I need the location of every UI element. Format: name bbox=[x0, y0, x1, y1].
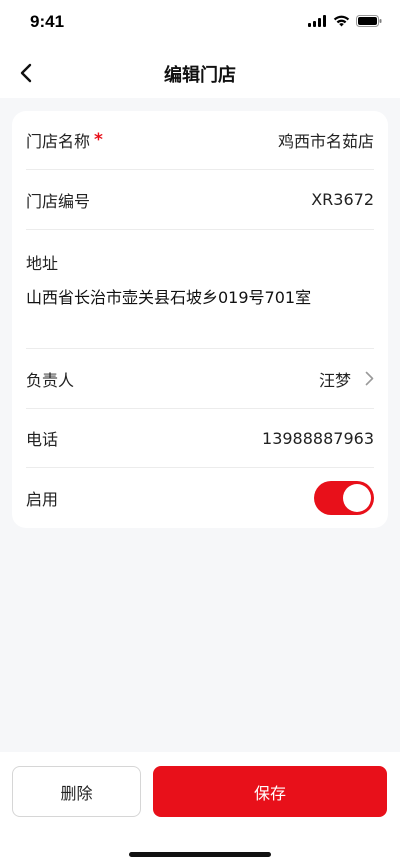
address-value[interactable]: 山西省长治市壶关县石坡乡019号701室 bbox=[26, 284, 311, 308]
page-title: 编辑门店 bbox=[164, 65, 236, 86]
manager-value: 汪梦 bbox=[318, 370, 351, 390]
status-bar: 9:41 bbox=[0, 0, 400, 48]
store-form-card: 门店名称 * 鸡西市名茹店 门店编号 XR3672 地址 山西省长治市壶关县石坡… bbox=[12, 111, 388, 528]
required-star: * bbox=[94, 130, 103, 150]
store-name-value[interactable]: 鸡西市名茹店 bbox=[278, 128, 374, 152]
bottom-action-bar: 删除 保存 bbox=[0, 752, 400, 866]
chevron-right-icon bbox=[365, 371, 374, 386]
battery-icon bbox=[356, 15, 382, 27]
manager-value-wrap: 汪梦 bbox=[319, 367, 374, 391]
enabled-row: 启用 bbox=[26, 468, 374, 528]
store-name-label: 门店名称 bbox=[26, 132, 91, 151]
delete-button[interactable]: 删除 bbox=[12, 766, 141, 817]
toggle-knob bbox=[343, 484, 371, 512]
nav-bar: 编辑门店 bbox=[0, 48, 400, 98]
address-label: 地址 bbox=[26, 254, 59, 273]
phone-label: 电话 bbox=[26, 430, 59, 449]
status-time: 9:41 bbox=[30, 12, 65, 31]
manager-label: 负责人 bbox=[26, 370, 75, 390]
store-code-value: XR3672 bbox=[311, 190, 374, 209]
store-name-label-wrap: 门店名称 * bbox=[26, 128, 103, 152]
manager-row[interactable]: 负责人 汪梦 bbox=[26, 349, 374, 409]
save-button[interactable]: 保存 bbox=[153, 766, 387, 817]
phone-row[interactable]: 电话 13988887963 bbox=[26, 409, 374, 468]
phone-value[interactable]: 13988887963 bbox=[262, 429, 374, 448]
store-name-row[interactable]: 门店名称 * 鸡西市名茹店 bbox=[26, 111, 374, 170]
cellular-signal-icon bbox=[308, 15, 326, 27]
enabled-label: 启用 bbox=[26, 490, 59, 509]
store-code-label: 门店编号 bbox=[26, 191, 91, 211]
enabled-toggle[interactable] bbox=[314, 481, 374, 515]
home-indicator bbox=[129, 852, 271, 857]
status-icons bbox=[308, 15, 382, 27]
wifi-icon bbox=[333, 15, 350, 27]
store-code-row: 门店编号 XR3672 bbox=[26, 170, 374, 230]
